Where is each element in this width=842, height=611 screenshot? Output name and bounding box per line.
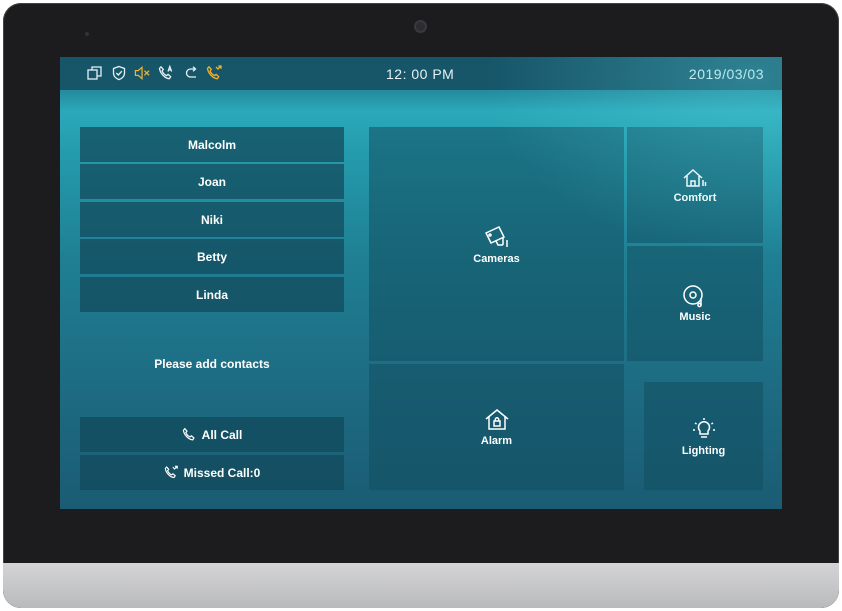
home-screen: 12: 00 PM 2019/03/03 Malcolm Joan Niki B… xyxy=(60,57,782,509)
contact-malcolm[interactable]: Malcolm xyxy=(80,127,344,162)
missed-call-icon[interactable] xyxy=(206,64,223,82)
status-bar: 12: 00 PM 2019/03/03 xyxy=(60,57,782,90)
smart-home-icon xyxy=(683,168,707,187)
music-disc-icon xyxy=(683,285,703,308)
missed-call-label: Missed Call:0 xyxy=(183,465,261,480)
contact-betty[interactable]: Betty xyxy=(80,239,344,274)
light-bulb-icon xyxy=(692,417,715,438)
comfort-tile[interactable]: Comfort xyxy=(627,127,763,243)
alarm-label: Alarm xyxy=(480,434,513,447)
front-camera xyxy=(416,22,425,31)
alarm-tile[interactable]: Alarm xyxy=(369,364,624,490)
auto-answer-icon[interactable] xyxy=(158,64,175,82)
lighting-label: Lighting xyxy=(681,444,726,457)
cameras-tile[interactable]: Cameras xyxy=(369,127,624,361)
contact-linda[interactable]: Linda xyxy=(80,277,344,312)
bottom-bezel xyxy=(3,563,839,608)
missed-call-button[interactable]: Missed Call:0 xyxy=(80,455,344,490)
contact-joan[interactable]: Joan xyxy=(80,164,344,199)
music-label: Music xyxy=(679,311,711,323)
windows-icon[interactable] xyxy=(86,64,103,82)
cctv-camera-icon xyxy=(484,225,508,247)
light-sensor xyxy=(85,32,89,36)
mute-icon[interactable] xyxy=(134,64,151,82)
contacts-hint: Please add contacts xyxy=(154,357,270,371)
lighting-tile[interactable]: Lighting xyxy=(644,382,763,490)
device-frame: 12: 00 PM 2019/03/03 Malcolm Joan Niki B… xyxy=(3,3,839,608)
forward-icon[interactable] xyxy=(182,64,199,82)
cameras-label: Cameras xyxy=(473,252,520,265)
shield-icon[interactable] xyxy=(110,64,127,82)
phone-icon xyxy=(182,427,195,441)
date: 2019/03/03 xyxy=(688,66,764,82)
all-call-button[interactable]: All Call xyxy=(80,417,344,452)
status-icons xyxy=(86,64,223,82)
missed-call-icon xyxy=(164,465,178,479)
all-call-label: All Call xyxy=(201,427,243,442)
music-tile[interactable]: Music xyxy=(627,246,763,361)
contact-niki[interactable]: Niki xyxy=(80,202,344,237)
clock: 12: 00 PM xyxy=(386,66,455,82)
comfort-label: Comfort xyxy=(673,191,717,204)
home-lock-icon xyxy=(485,408,508,430)
